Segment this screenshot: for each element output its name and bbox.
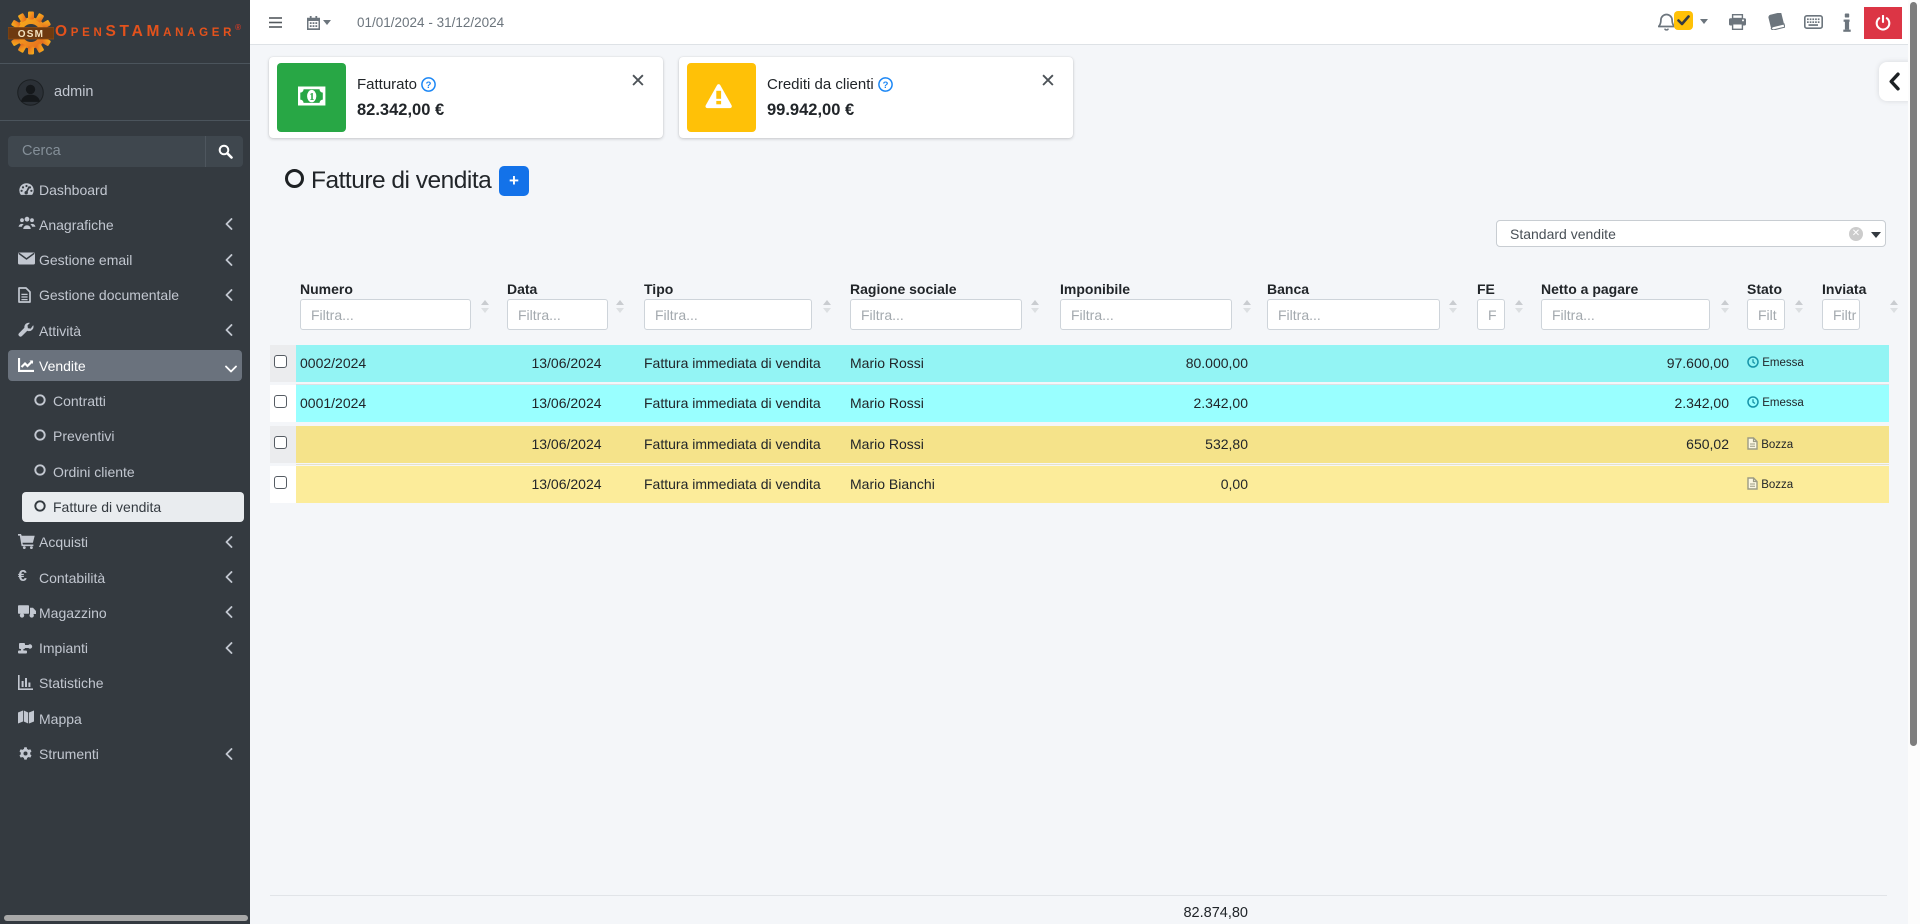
- svg-text:1: 1: [309, 92, 314, 103]
- svg-text:?: ?: [882, 80, 888, 91]
- svg-text:OSM: OSM: [18, 29, 44, 40]
- svg-text:?: ?: [426, 80, 432, 91]
